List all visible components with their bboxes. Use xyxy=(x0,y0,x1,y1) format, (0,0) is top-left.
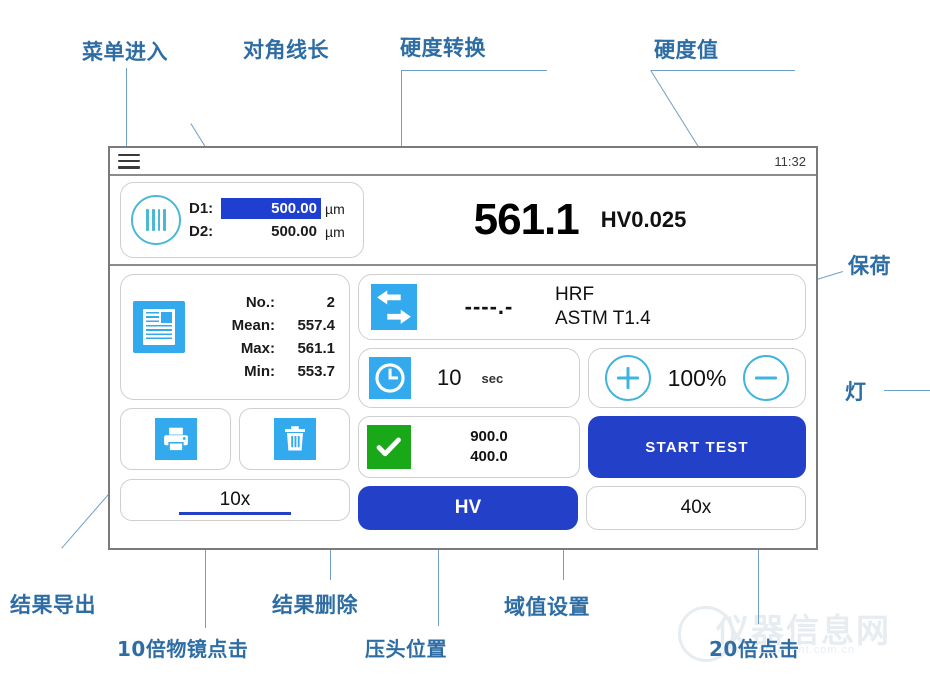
statistics-key: Max: xyxy=(240,340,275,357)
dwell-time-card[interactable]: 10 sec xyxy=(358,348,580,408)
start-test-button[interactable]: START TEST xyxy=(588,416,806,478)
light-intensity-value: 100% xyxy=(667,364,727,391)
statistics-key: No.: xyxy=(245,293,275,311)
threshold-lower: 400.0 xyxy=(470,448,508,465)
indentation-icon xyxy=(131,195,181,245)
method-hv-button[interactable]: HV xyxy=(358,486,578,530)
hardness-scale: HV0.025 xyxy=(600,207,687,232)
statistics-row: Min: 553.7 xyxy=(191,360,335,383)
status-bar: 11:32 xyxy=(110,148,816,176)
clock-icon xyxy=(369,357,411,399)
leader-menu-entry xyxy=(126,68,128,153)
d1-value[interactable]: 500.00 xyxy=(221,198,321,219)
diagonal-d1-row[interactable]: D1: 500.00 µm xyxy=(189,198,345,219)
swap-arrows-icon xyxy=(371,284,417,330)
hardness-conversion-card[interactable]: ----.- HRF ASTM T1.4 xyxy=(358,274,806,340)
leader-hardness-value-h xyxy=(651,70,795,72)
annotation-hardness-conversion: 硬度转换 xyxy=(400,36,486,60)
annotation-indenter-position: 压头位置 xyxy=(365,637,447,661)
annotation-menu-entry: 菜单进入 xyxy=(82,40,168,64)
minus-circle-icon[interactable] xyxy=(742,355,789,401)
threshold-upper: 900.0 xyxy=(470,427,508,445)
hardness-readout: 561.1 HV0.025 xyxy=(364,195,816,245)
diagonal-length-card[interactable]: D1: 500.00 µm D2: 500.00 µm xyxy=(120,182,364,258)
conversion-value: ----.- xyxy=(464,294,514,319)
statistics-table: No.: 2 Mean: 557.4 Max: 561.1 Min: 553.7 xyxy=(191,291,349,384)
objective-10x-row: 10x xyxy=(120,478,350,522)
right-column: ----.- HRF ASTM T1.4 10 sec 100% 900.0 4… xyxy=(350,266,816,548)
document-report-icon xyxy=(133,301,185,353)
d2-unit: µm xyxy=(325,223,345,240)
statistics-row: No.: 2 xyxy=(191,291,335,314)
annotation-delete-result: 结果删除 xyxy=(272,593,358,617)
statistics-value: 561.1 xyxy=(297,340,335,357)
check-icon xyxy=(367,425,411,469)
d2-value[interactable]: 500.00 xyxy=(221,221,321,242)
dwell-time-value: 10 xyxy=(437,365,462,390)
annotation-threshold-setting: 域值设置 xyxy=(504,595,590,619)
main-body: No.: 2 Mean: 557.4 Max: 561.1 Min: 553.7 xyxy=(110,266,816,548)
conversion-scale: HRF xyxy=(555,284,595,306)
statistics-card[interactable]: No.: 2 Mean: 557.4 Max: 561.1 Min: 553.7 xyxy=(120,274,350,400)
plus-circle-icon[interactable] xyxy=(605,355,652,401)
annotation-objective-20x-click: 20倍点击 xyxy=(709,637,800,661)
leader-light xyxy=(884,390,930,392)
statistics-key: Mean: xyxy=(231,316,275,334)
d1-unit: µm xyxy=(325,200,345,217)
statistics-key: Min: xyxy=(244,363,275,381)
statistics-value: 557.4 xyxy=(297,316,335,334)
status-clock: 11:32 xyxy=(774,153,806,169)
delete-result-button[interactable] xyxy=(239,408,350,470)
dwell-time-unit: sec xyxy=(481,370,504,386)
annotation-dwell-load: 保荷 xyxy=(848,254,891,278)
hardness-value: 561.1 xyxy=(473,195,580,244)
annotation-hardness-value: 硬度值 xyxy=(654,38,719,62)
light-intensity-card: 100% xyxy=(588,348,806,408)
diagonal-values: D1: 500.00 µm D2: 500.00 µm xyxy=(189,198,345,242)
annotation-export-result: 结果导出 xyxy=(10,593,96,617)
d1-label: D1: xyxy=(189,200,214,217)
statistics-value: 2 xyxy=(326,293,335,311)
printer-icon xyxy=(154,418,197,460)
annotation-diagonal-length: 对角线长 xyxy=(243,38,329,62)
hardness-tester-screen: 11:32 D1: 500.00 µm D2: 500.00 µm 561.1 … xyxy=(108,146,818,550)
statistics-value: 553.7 xyxy=(297,363,335,381)
threshold-values: 900.0 400.0 xyxy=(417,427,579,468)
hamburger-menu-icon[interactable] xyxy=(118,153,140,169)
diagonal-d2-row[interactable]: D2: 500.00 µm xyxy=(189,221,345,242)
measurement-header-row: D1: 500.00 µm D2: 500.00 µm 561.1 HV0.02… xyxy=(110,176,816,266)
method-and-objective-row: HV 40x xyxy=(358,486,806,530)
left-icon-button-row xyxy=(120,408,350,470)
trash-icon xyxy=(273,418,316,460)
conversion-standard: ASTM T1.4 xyxy=(555,308,651,329)
d2-label: D2: xyxy=(189,223,214,240)
threshold-and-start-row: 900.0 400.0 START TEST xyxy=(358,416,806,478)
leader-hardness-conversion-h xyxy=(401,70,547,72)
objective-10x-button[interactable]: 10x xyxy=(120,479,350,521)
annotation-objective-10x-click: 10倍物镜点击 xyxy=(117,637,249,661)
left-column: No.: 2 Mean: 557.4 Max: 561.1 Min: 553.7 xyxy=(110,266,350,548)
annotation-light: 灯 xyxy=(845,380,867,404)
statistics-row: Mean: 557.4 xyxy=(191,314,335,337)
dwell-and-light-row: 10 sec 100% xyxy=(358,348,806,408)
conversion-text: HRF ASTM T1.4 xyxy=(555,283,651,331)
threshold-setting-button[interactable]: 900.0 400.0 xyxy=(358,416,580,478)
export-result-button[interactable] xyxy=(120,408,231,470)
objective-40x-button[interactable]: 40x xyxy=(586,486,806,530)
statistics-row: Max: 561.1 xyxy=(191,337,335,360)
